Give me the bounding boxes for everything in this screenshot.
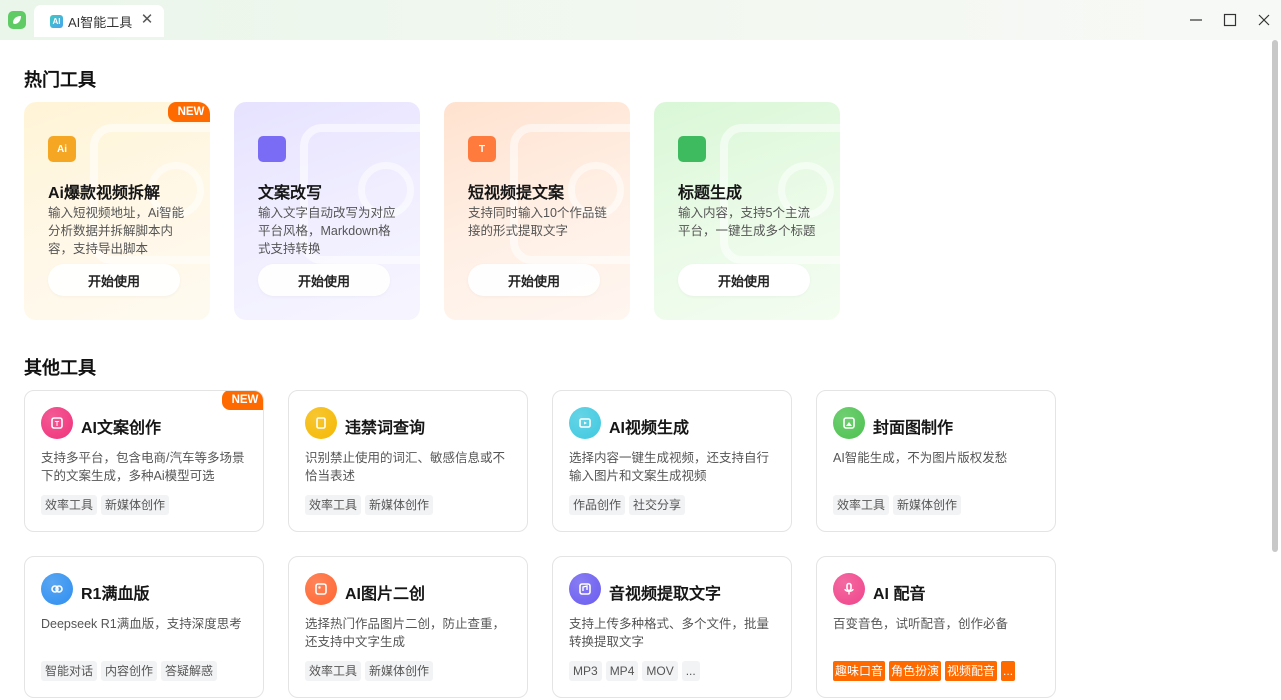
tool-card-deepseek[interactable]: R1满血版 Deepseek R1满血版，支持深度思考 智能对话 内容创作 答疑解惑 xyxy=(24,556,264,698)
hot-card-title: 短视频提文案 xyxy=(468,185,565,202)
audio-extract-icon xyxy=(569,573,601,605)
start-using-button[interactable]: 开始使用 xyxy=(48,264,180,296)
tool-tag: 趣味口音 xyxy=(833,661,886,681)
tool-tag: 智能对话 xyxy=(41,661,98,681)
tool-card-description: 选择热门作品图片二创，防止查重，还支持中文字生成 xyxy=(305,617,506,649)
tool-tag: 新媒体创作 xyxy=(101,495,170,515)
tool-tag: 效率工具 xyxy=(305,495,362,515)
tool-tag: ... xyxy=(1001,661,1016,681)
cover-image-icon xyxy=(833,407,865,439)
app-logo-icon xyxy=(8,11,26,29)
svg-text:T: T xyxy=(55,421,60,428)
close-tab-icon[interactable]: ✕ xyxy=(140,12,154,27)
tag-list: 作品创作 社交分享 xyxy=(569,495,686,515)
hot-card-ai-video[interactable]: Ai Ai爆款视频拆解 输入短视频地址，Ai智能分析数据并拆解脚本内容，支持导出… xyxy=(24,102,210,320)
tool-card-voiceover[interactable]: AI 配音 百变音色，试听配音，创作必备 趣味口音 角色扮演 视频配音... xyxy=(816,556,1056,698)
tag-list: MP3 MP4 MOV... xyxy=(569,661,700,681)
ai-video-gen-icon xyxy=(569,407,601,439)
hot-tools-title: 热门工具 xyxy=(24,70,96,90)
tool-tag: 视频配音 xyxy=(945,661,998,681)
tool-card-description: 支持多平台，包含电商/汽车等多场景下的文案生成，多种Ai模型可选 xyxy=(41,451,245,483)
ai-copywriting-icon: T xyxy=(41,407,73,439)
tool-card-description: 选择内容一键生成视频，还支持自行输入图片和文案生成视频 xyxy=(569,451,770,483)
voiceover-icon xyxy=(833,573,865,605)
tool-card-ai-video-gen[interactable]: AI视频生成 选择内容一键生成视频，还支持自行输入图片和文案生成视频 作品创作社… xyxy=(552,390,792,532)
tool-card-title: 违禁词查询 xyxy=(345,420,426,437)
hot-card-description: 输入文字自动改写为对应平台风格，Markdown格式支持转换 xyxy=(258,206,396,256)
tool-card-audio-extract[interactable]: 音视频提取文字 支持上传多种格式、多个文件，批量转换提取文字 MP3 MP4 MOV… xyxy=(552,556,792,698)
tool-tag: MP3 xyxy=(569,661,602,681)
rewrite-icon xyxy=(258,136,286,162)
forbidden-words-icon xyxy=(305,407,337,439)
text-extract-icon: T xyxy=(468,136,496,162)
tool-tag: 作品创作 xyxy=(569,495,626,515)
tool-tag: 效率工具 xyxy=(305,661,362,681)
tool-tag: 答疑解惑 xyxy=(161,661,218,681)
hot-card-text-extract[interactable]: T 短视频提文案 支持同时输入10个作品链接的形式提取文字 开始使用 xyxy=(444,102,630,320)
tool-tag: 新媒体创作 xyxy=(365,661,434,681)
tab-ai-tools[interactable]: AI AI智能工具 ✕ xyxy=(34,5,164,37)
tag-list: 效率工具 新媒体创作 xyxy=(305,495,434,515)
title-bar: AI AI智能工具 ✕ xyxy=(0,0,1281,40)
tool-card-title: AI图片二创 xyxy=(345,586,426,603)
tool-tag: 新媒体创作 xyxy=(893,495,962,515)
tool-card-title: AI文案创作 xyxy=(81,420,162,437)
hot-card-title-gen[interactable]: 标题生成 输入内容，支持5个主流平台，一键生成多个标题 开始使用 xyxy=(654,102,840,320)
tool-card-description: AI智能生成，不为图片版权发愁 xyxy=(833,451,1008,465)
hot-card-description: 输入内容，支持5个主流平台，一键生成多个标题 xyxy=(678,206,816,238)
tool-card-ai-copywriting[interactable]: T AI文案创作 支持多平台，包含电商/汽车等多场景下的文案生成，多种Ai模型可… xyxy=(24,390,264,532)
hot-card-description: 输入短视频地址，Ai智能分析数据并拆解脚本内容，支持导出脚本 xyxy=(48,206,185,256)
hot-card-rewrite[interactable]: 文案改写 输入文字自动改写为对应平台风格，Markdown格式支持转换 开始使用 xyxy=(234,102,420,320)
tag-list: 效率工具 新媒体创作 xyxy=(41,495,170,515)
tool-card-cover-image[interactable]: 封面图制作 AI智能生成，不为图片版权发愁 效率工具 新媒体创作 xyxy=(816,390,1056,532)
hot-card-title: 文案改写 xyxy=(258,185,323,202)
ai-tab-icon: AI xyxy=(50,14,63,28)
tool-card-image-remix[interactable]: AI图片二创 选择热门作品图片二创，防止查重，还支持中文字生成 效率工具 新媒体创… xyxy=(288,556,528,698)
tool-card-description: 支持上传多种格式、多个文件，批量转换提取文字 xyxy=(569,617,770,649)
new-badge: NEW xyxy=(168,102,210,122)
tag-list: 智能对话 内容创作 答疑解惑 xyxy=(41,661,218,681)
tool-card-title: AI视频生成 xyxy=(609,420,690,437)
other-tools-title: 其他工具 xyxy=(24,358,96,378)
tool-tag: MOV xyxy=(642,661,678,681)
tool-card-title: 音视频提取文字 xyxy=(609,586,722,603)
tag-list: 趣味口音 角色扮演 视频配音... xyxy=(833,661,1016,681)
tag-list: 效率工具 新媒体创作 xyxy=(833,495,962,515)
tool-tag: MP4 xyxy=(605,661,639,681)
image-remix-icon xyxy=(305,573,337,605)
tool-tag: 效率工具 xyxy=(833,495,890,515)
tool-tag: 角色扮演 xyxy=(889,661,942,681)
start-using-button[interactable]: 开始使用 xyxy=(258,264,390,296)
tool-tag: 效率工具 xyxy=(41,495,98,515)
hot-card-description: 支持同时输入10个作品链接的形式提取文字 xyxy=(468,206,607,238)
tool-tag: 社交分享 xyxy=(629,495,686,515)
tool-tag: 内容创作 xyxy=(101,661,158,681)
vertical-scrollbar[interactable] xyxy=(1272,40,1278,552)
minimize-icon[interactable] xyxy=(1186,10,1206,30)
close-window-icon[interactable] xyxy=(1254,10,1274,30)
title-gen-icon xyxy=(678,136,706,162)
start-using-button[interactable]: 开始使用 xyxy=(678,264,810,296)
hot-card-title: Ai爆款视频拆解 xyxy=(48,185,161,202)
tool-card-title: 封面图制作 xyxy=(873,420,954,437)
start-using-button[interactable]: 开始使用 xyxy=(468,264,600,296)
tool-tag: 新媒体创作 xyxy=(365,495,434,515)
tool-card-description: 百变音色，试听配音，创作必备 xyxy=(833,617,1009,631)
ai-video-icon: Ai xyxy=(48,136,76,162)
maximize-icon[interactable] xyxy=(1220,10,1240,30)
deepseek-icon xyxy=(41,573,73,605)
tool-tag: ... xyxy=(681,661,700,681)
tool-card-description: 识别禁止使用的词汇、敏感信息或不恰当表述 xyxy=(305,451,506,483)
tool-card-title: R1满血版 xyxy=(81,586,150,603)
tab-label: AI智能工具 xyxy=(68,14,133,30)
tool-card-description: Deepseek R1满血版，支持深度思考 xyxy=(41,617,242,631)
new-badge: NEW xyxy=(222,391,263,410)
hot-card-title: 标题生成 xyxy=(678,185,743,202)
tool-card-forbidden-words[interactable]: 违禁词查询 识别禁止使用的词汇、敏感信息或不恰当表述 效率工具 新媒体创作 xyxy=(288,390,528,532)
tool-card-title: AI 配音 xyxy=(873,586,926,603)
tag-list: 效率工具 新媒体创作 xyxy=(305,661,434,681)
